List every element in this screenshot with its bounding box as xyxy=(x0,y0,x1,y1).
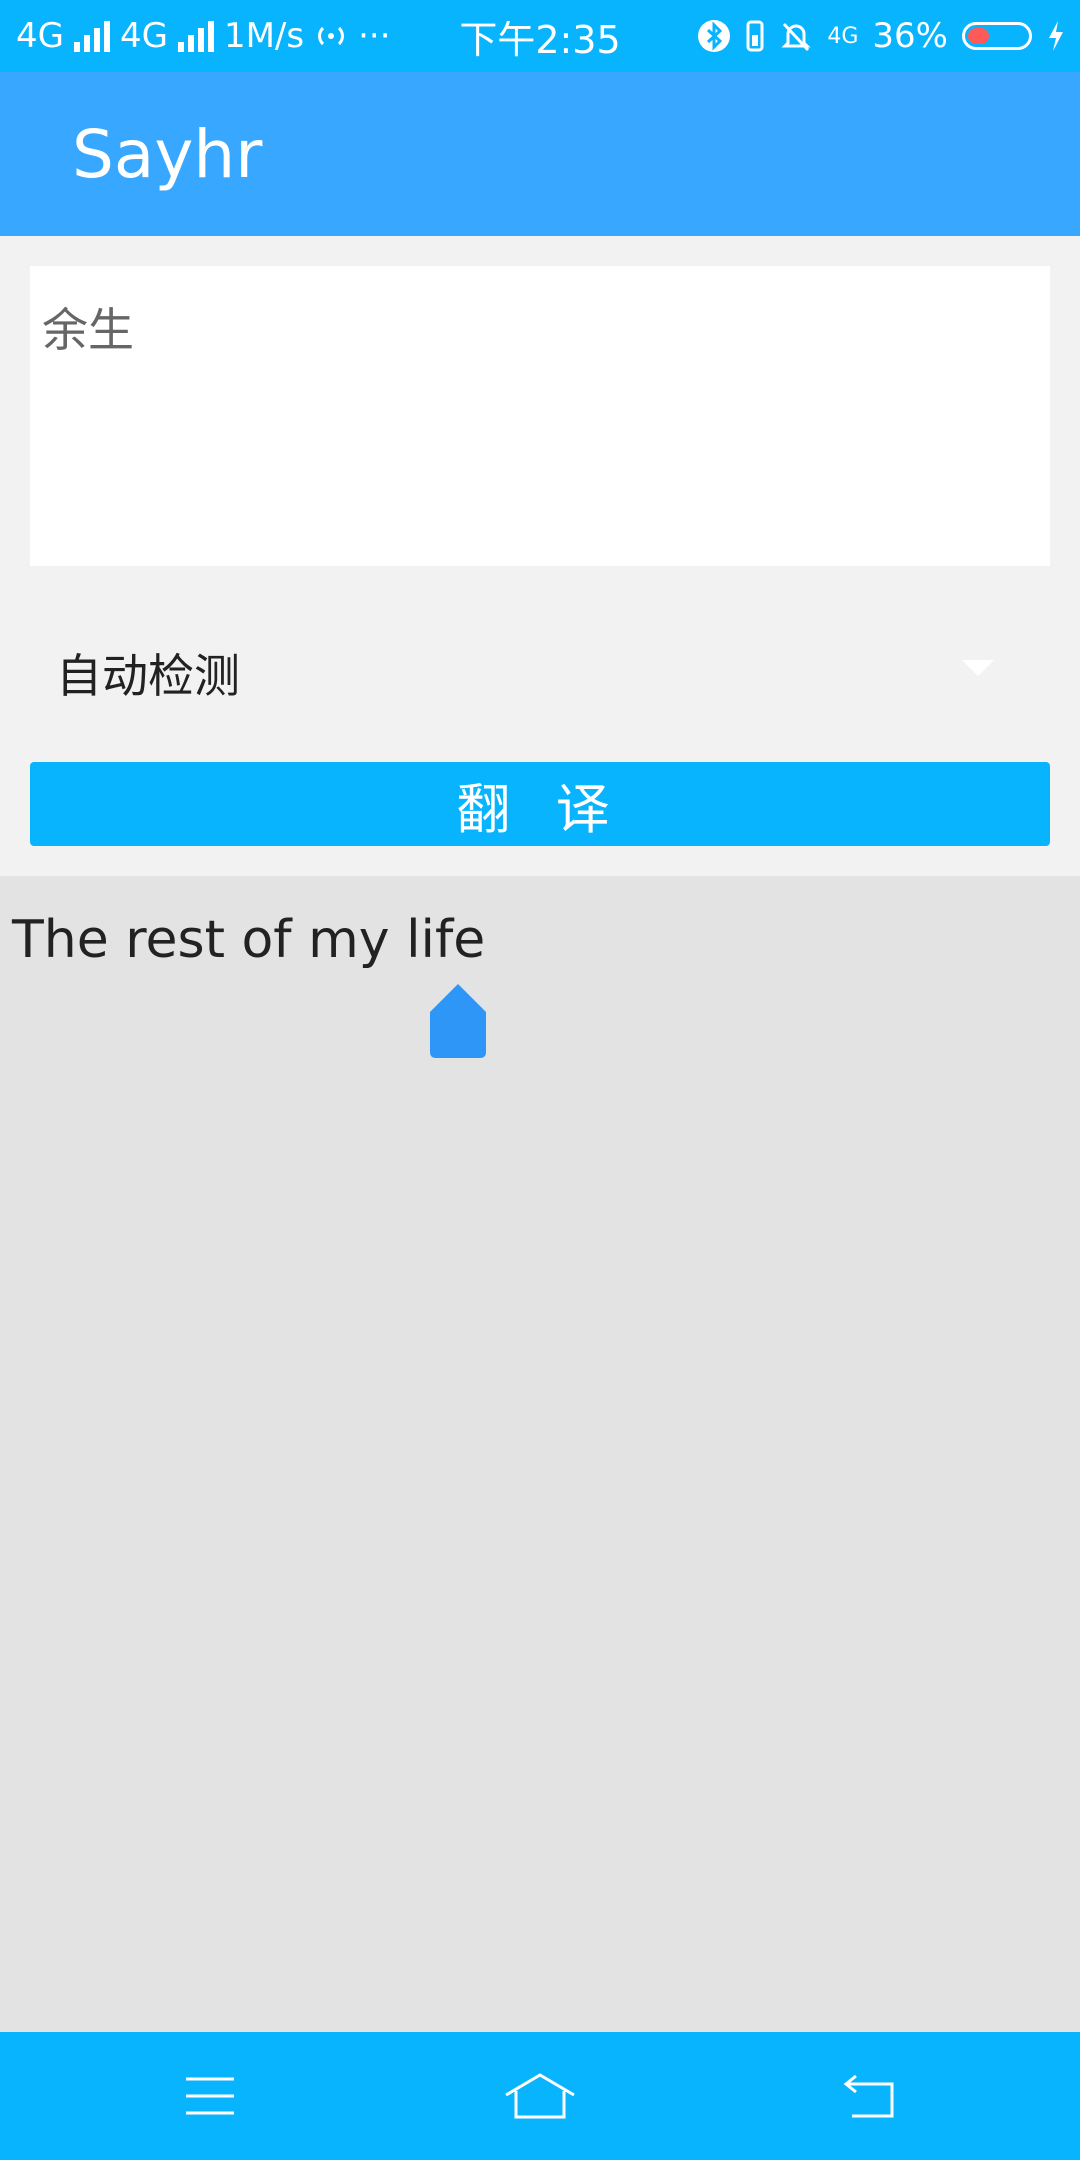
app-bar: Sayhr xyxy=(0,72,1080,236)
language-dropdown[interactable]: 自动检测 xyxy=(30,606,1050,726)
status-bar: 4G 4G 1M/s ··· 下午2:35 4G 36% xyxy=(0,0,1080,72)
bell-off-icon xyxy=(781,22,811,52)
battery-icon xyxy=(962,22,1032,50)
menu-icon xyxy=(186,2077,234,2115)
network-type-3: 4G xyxy=(827,23,859,49)
navigation-bar xyxy=(0,2032,1080,2160)
translate-button[interactable]: 翻 译 xyxy=(30,762,1050,846)
battery-fill xyxy=(968,28,989,44)
dropdown-arrow-icon xyxy=(962,660,994,676)
home-button[interactable] xyxy=(490,2056,590,2136)
language-selected: 自动检测 xyxy=(56,649,240,703)
back-icon xyxy=(843,2074,894,2118)
translation-result[interactable]: The rest of my life xyxy=(12,910,485,970)
vibrate-icon xyxy=(746,20,764,52)
menu-button[interactable] xyxy=(160,2056,260,2136)
bluetooth-icon xyxy=(698,20,731,52)
status-right: 4G 36% xyxy=(697,0,1066,72)
translate-form: 余生 自动检测 翻 译 xyxy=(0,236,1080,876)
battery-percent: 36% xyxy=(872,16,948,56)
back-button[interactable] xyxy=(820,2056,920,2136)
app-title: Sayhr xyxy=(72,116,263,193)
charging-icon xyxy=(1049,21,1063,51)
text-cursor-handle-icon[interactable] xyxy=(430,984,486,1058)
home-icon xyxy=(505,2073,575,2119)
source-text-input[interactable]: 余生 xyxy=(30,266,1050,566)
